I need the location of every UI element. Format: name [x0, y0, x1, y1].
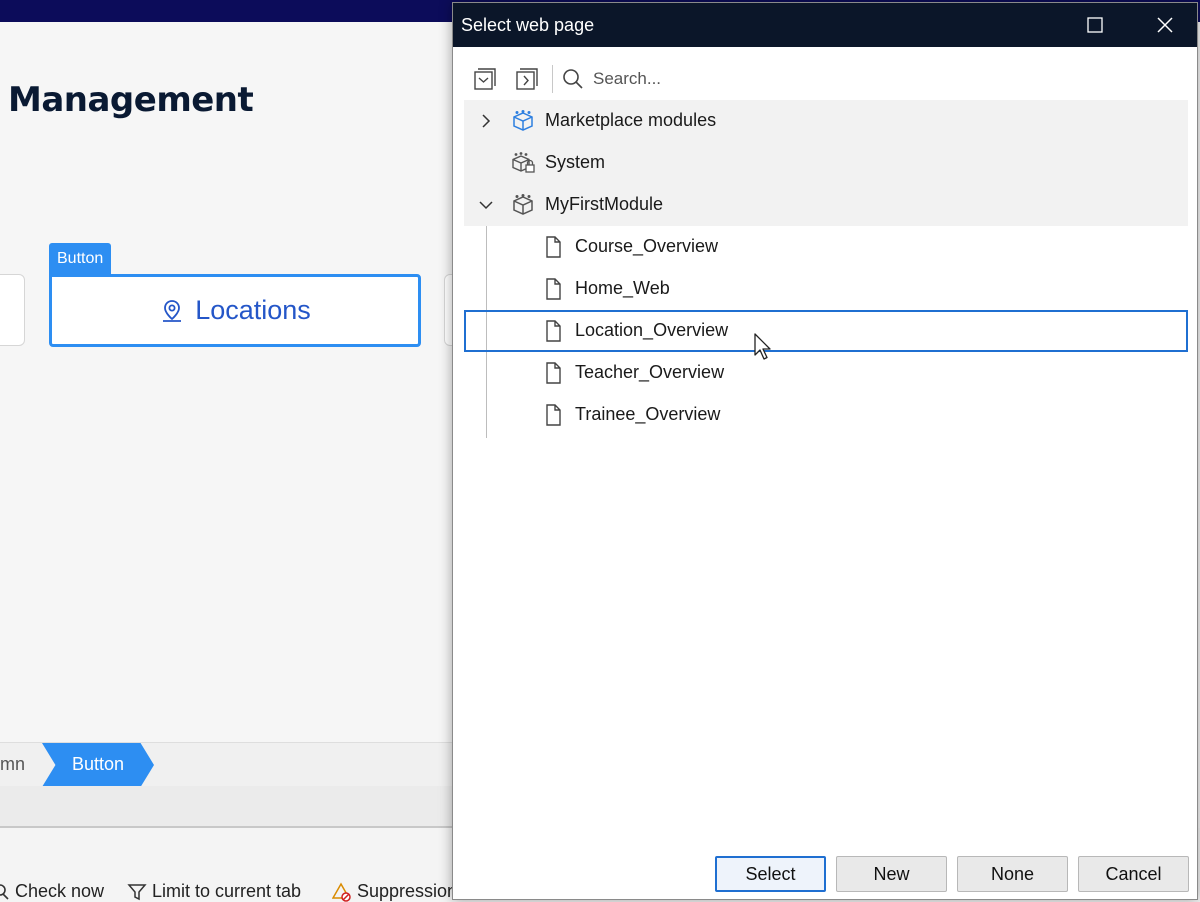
maximize-icon [1087, 17, 1103, 33]
page-icon [546, 278, 561, 300]
page-editor-canvas: Management [0, 22, 460, 742]
adjacent-button-widget[interactable] [0, 274, 25, 346]
tree-node-page[interactable]: Trainee_Overview [464, 394, 1188, 436]
warning-suppressed-icon [332, 881, 351, 902]
tree-node-system[interactable]: System [464, 142, 1188, 184]
module-icon [513, 110, 533, 131]
tree-node-label: Home_Web [575, 278, 670, 298]
search-icon [0, 883, 9, 900]
suppression-label: Suppression [357, 881, 458, 901]
tree-node-myfirstmodule[interactable]: MyFirstModule [464, 184, 1188, 226]
page-icon [546, 404, 561, 426]
check-now-label: Check now [15, 881, 105, 901]
breadcrumb-item-column[interactable]: mn [0, 754, 25, 775]
select-web-page-dialog: Select web page Search... Marketplace mo… [452, 2, 1198, 900]
dialog-toolbar [453, 59, 1197, 99]
tree-node-label: Course_Overview [575, 236, 719, 256]
locations-button-label: Locations [195, 295, 311, 325]
maximize-button[interactable] [1067, 3, 1123, 47]
page-icon [546, 320, 561, 342]
module-icon [513, 194, 533, 215]
search-icon [561, 67, 585, 91]
tree-node-label: Marketplace modules [545, 110, 717, 130]
location-pin-icon [163, 299, 182, 322]
locations-button-widget[interactable]: Locations [49, 274, 421, 347]
check-now-button[interactable]: Check now [0, 881, 104, 902]
tree-node-label: MyFirstModule [545, 194, 664, 214]
bottom-panel-strip [0, 786, 460, 828]
cancel-button[interactable]: Cancel [1078, 856, 1189, 892]
search-input[interactable] [593, 65, 1173, 93]
collapse-all-button[interactable] [473, 67, 497, 91]
chevron-down-icon[interactable] [478, 197, 494, 213]
limit-to-current-tab-button[interactable]: Limit to current tab [127, 881, 301, 902]
tree-node-page-selected[interactable]: Location_Overview [464, 310, 1188, 352]
new-button[interactable]: New [836, 856, 947, 892]
expand-all-icon [516, 68, 538, 90]
dialog-title: Select web page [461, 15, 595, 35]
chevron-right-icon[interactable] [478, 113, 494, 129]
close-button[interactable] [1137, 3, 1193, 47]
tree-node-page[interactable]: Home_Web [464, 268, 1188, 310]
limit-to-current-tab-label: Limit to current tab [152, 881, 302, 901]
page-icon [546, 362, 561, 384]
tree-node-label: Teacher_Overview [575, 362, 725, 382]
widget-type-tag: Button [49, 243, 111, 274]
tree-node-page[interactable]: Course_Overview [464, 226, 1188, 268]
dialog-title-bar[interactable]: Select web page [453, 3, 1197, 47]
breadcrumb-item-button[interactable]: Button [42, 743, 154, 787]
breadcrumb: mn Button [0, 742, 460, 787]
select-button[interactable]: Select [715, 856, 826, 892]
filter-icon [127, 883, 147, 900]
toolbar-divider [552, 65, 553, 93]
mouse-pointer-icon [754, 333, 771, 360]
tree-node-page[interactable]: Teacher_Overview [464, 352, 1188, 394]
suppression-button[interactable]: Suppression [332, 881, 457, 902]
tree-node-marketplace-modules[interactable]: Marketplace modules [464, 100, 1188, 142]
page-tree: Marketplace modules System MyFirstModule [464, 100, 1188, 440]
page-heading: Management [8, 80, 254, 120]
close-icon [1157, 17, 1173, 33]
page-icon [546, 236, 561, 258]
collapse-all-icon [474, 68, 496, 90]
tree-node-label: Trainee_Overview [575, 404, 721, 424]
tree-node-label: System [545, 152, 606, 172]
tree-node-label: Location_Overview [575, 320, 729, 340]
system-module-icon [512, 152, 535, 173]
none-button[interactable]: None [957, 856, 1068, 892]
expand-all-button[interactable] [515, 67, 539, 91]
